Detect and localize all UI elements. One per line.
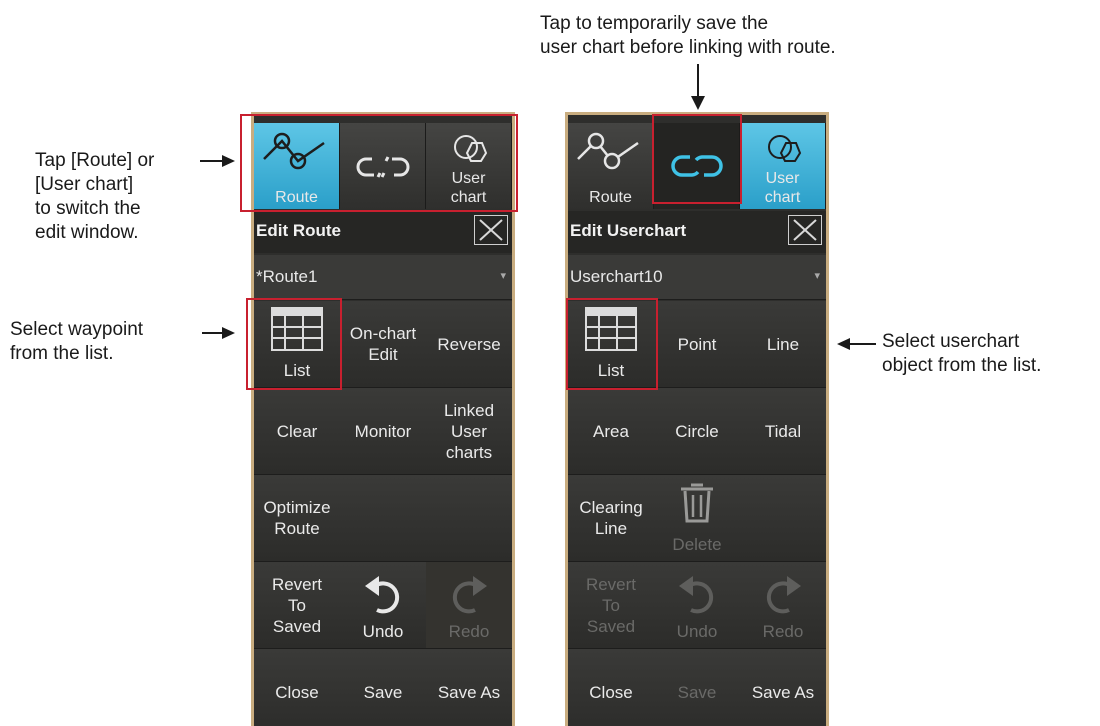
save-as-button[interactable]: Save As — [426, 649, 512, 726]
route-selector[interactable]: *Route1 ▾ — [254, 255, 512, 300]
optimize-route-button[interactable]: Optimize Route — [254, 475, 340, 561]
userchart-selector[interactable]: Userchart10 ▾ — [568, 255, 826, 300]
tidal-button[interactable]: Tidal — [740, 388, 826, 474]
chevron-down-icon: ▾ — [500, 270, 506, 282]
trash-icon — [681, 483, 713, 523]
redo-icon — [452, 576, 487, 614]
annotation-select-userchart: Select userchart object from the list. — [882, 331, 1042, 376]
close-icon — [793, 219, 817, 241]
close-window-button[interactable] — [474, 215, 508, 245]
arrow-to-link-tab-head — [691, 96, 705, 110]
undo-icon — [679, 576, 714, 614]
undo-button[interactable]: Undo — [654, 562, 740, 648]
window-header: Edit Userchart — [568, 211, 826, 253]
tab-user-chart-label: User chart — [764, 170, 801, 206]
tab-route[interactable]: Route — [568, 123, 654, 209]
close-window-button[interactable] — [788, 215, 822, 245]
grid-row: Close Save Save As — [568, 649, 826, 726]
arrow-to-tabs-head — [222, 155, 235, 167]
grid-row: Revert To Saved Undo Redo — [568, 562, 826, 649]
tab-user-chart[interactable]: User chart — [740, 123, 826, 209]
monitor-button[interactable]: Monitor — [340, 388, 426, 474]
highlight-link-tab — [652, 114, 742, 204]
redo-button[interactable]: Redo — [740, 562, 826, 648]
arrow-to-left-list-head — [222, 327, 235, 339]
revert-to-saved-button[interactable]: Revert To Saved — [254, 562, 340, 648]
annotation-top: Tap to temporarily save the user chart b… — [540, 13, 836, 58]
point-button[interactable]: Point — [654, 301, 740, 387]
annotation-switch-tabs: Tap [Route] or [User chart] to switch th… — [35, 150, 155, 243]
close-button[interactable]: Close — [568, 649, 654, 726]
grid-row: Optimize Route — [254, 475, 512, 562]
delete-button[interactable]: Delete — [654, 475, 740, 561]
undo-label: Undo — [676, 622, 718, 641]
line-button[interactable]: Line — [740, 301, 826, 387]
highlight-right-list — [566, 298, 658, 390]
circle-button[interactable]: Circle — [654, 388, 740, 474]
route-selector-value: *Route1 — [256, 267, 318, 286]
highlight-left-list — [246, 298, 342, 390]
save-button[interactable]: Save — [340, 649, 426, 726]
user-chart-icon — [768, 135, 802, 162]
linked-user-charts-button[interactable]: Linked User charts — [426, 388, 512, 474]
reverse-button[interactable]: Reverse — [426, 301, 512, 387]
grid-row: Clearing Line Delete — [568, 475, 826, 562]
route-icon — [577, 132, 639, 170]
close-button[interactable]: Close — [254, 649, 340, 726]
on-chart-edit-button[interactable]: On-chart Edit — [340, 301, 426, 387]
undo-icon — [365, 576, 400, 614]
save-as-button[interactable]: Save As — [740, 649, 826, 726]
grid-row: Area Circle Tidal — [568, 388, 826, 475]
userchart-selector-value: Userchart10 — [570, 267, 663, 286]
close-icon — [479, 219, 503, 241]
redo-label: Redo — [762, 622, 804, 641]
redo-label: Redo — [448, 622, 490, 641]
grid-row: Revert To Saved Undo Redo — [254, 562, 512, 649]
clearing-line-button[interactable]: Clearing Line — [568, 475, 654, 561]
redo-button[interactable]: Redo — [426, 562, 512, 648]
grid-row: Clear Monitor Linked User charts — [254, 388, 512, 475]
window-title: Edit Userchart — [570, 221, 687, 240]
delete-label: Delete — [672, 535, 722, 554]
window-header: Edit Route — [254, 211, 512, 253]
highlight-left-tabs — [240, 114, 518, 212]
undo-label: Undo — [362, 622, 404, 641]
chevron-down-icon: ▾ — [814, 270, 820, 282]
area-button[interactable]: Area — [568, 388, 654, 474]
save-button[interactable]: Save — [654, 649, 740, 726]
undo-button[interactable]: Undo — [340, 562, 426, 648]
revert-to-saved-button[interactable]: Revert To Saved — [568, 562, 654, 648]
annotation-select-waypoint: Select waypoint from the list. — [10, 319, 144, 364]
redo-icon — [766, 576, 801, 614]
clear-button[interactable]: Clear — [254, 388, 340, 474]
grid-row: Close Save Save As — [254, 649, 512, 726]
arrow-to-right-list-head — [837, 338, 850, 350]
tab-route-label: Route — [589, 189, 632, 206]
window-title: Edit Route — [256, 221, 341, 240]
edit-userchart-panel: Route User chart Edit Userchart Userchar… — [565, 112, 829, 726]
